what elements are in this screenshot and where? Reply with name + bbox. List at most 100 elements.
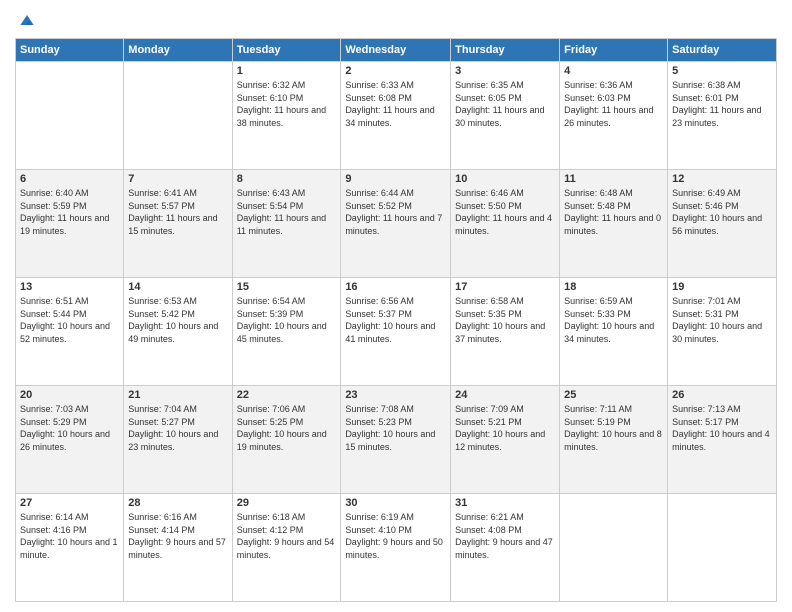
cell-content: Sunrise: 7:11 AM Sunset: 5:19 PM Dayligh… (564, 403, 663, 453)
calendar-cell: 12 Sunrise: 6:49 AM Sunset: 5:46 PM Dayli… (668, 170, 777, 278)
calendar-cell: 1 Sunrise: 6:32 AM Sunset: 6:10 PM Daylig… (232, 62, 341, 170)
calendar-cell (124, 62, 232, 170)
day-number: 25 (564, 389, 663, 401)
day-number: 24 (455, 389, 555, 401)
cell-content: Sunrise: 7:06 AM Sunset: 5:25 PM Dayligh… (237, 403, 337, 453)
cell-content: Sunrise: 6:56 AM Sunset: 5:37 PM Dayligh… (345, 295, 446, 345)
calendar-cell: 31Sunrise: 6:21 AM Sunset: 4:08 PM Dayli… (451, 494, 560, 602)
calendar-cell: 25 Sunrise: 7:11 AM Sunset: 5:19 PM Dayli… (560, 386, 668, 494)
day-number: 23 (345, 389, 446, 401)
day-header-sunday: Sunday (16, 39, 124, 62)
calendar-cell: 14Sunrise: 6:53 AM Sunset: 5:42 PM Dayli… (124, 278, 232, 386)
calendar-cell: 24Sunrise: 7:09 AM Sunset: 5:21 PM Dayli… (451, 386, 560, 494)
cell-content: Sunrise: 6:46 AM Sunset: 5:50 PM Dayligh… (455, 187, 555, 237)
cell-content: Sunrise: 6:43 AM Sunset: 5:54 PM Dayligh… (237, 187, 337, 237)
calendar-header-row: SundayMondayTuesdayWednesdayThursdayFrid… (16, 39, 777, 62)
cell-content: Sunrise: 7:08 AM Sunset: 5:23 PM Dayligh… (345, 403, 446, 453)
day-number: 7 (128, 173, 227, 185)
day-number: 8 (237, 173, 337, 185)
calendar-week-0: 1 Sunrise: 6:32 AM Sunset: 6:10 PM Daylig… (16, 62, 777, 170)
calendar-cell: 21 Sunrise: 7:04 AM Sunset: 5:27 PM Dayli… (124, 386, 232, 494)
day-number: 9 (345, 173, 446, 185)
day-number: 18 (564, 281, 663, 293)
day-number: 19 (672, 281, 772, 293)
day-number: 1 (237, 65, 337, 77)
cell-content: Sunrise: 6:44 AM Sunset: 5:52 PM Dayligh… (345, 187, 446, 237)
day-number: 5 (672, 65, 772, 77)
day-header-thursday: Thursday (451, 39, 560, 62)
calendar-cell: 5 Sunrise: 6:38 AM Sunset: 6:01 PM Daylig… (668, 62, 777, 170)
cell-content: Sunrise: 6:54 AM Sunset: 5:39 PM Dayligh… (237, 295, 337, 345)
calendar-cell: 7 Sunrise: 6:41 AM Sunset: 5:57 PM Daylig… (124, 170, 232, 278)
calendar-cell: 9 Sunrise: 6:44 AM Sunset: 5:52 PM Daylig… (341, 170, 451, 278)
calendar-cell: 6Sunrise: 6:40 AM Sunset: 5:59 PM Daylig… (16, 170, 124, 278)
cell-content: Sunrise: 7:13 AM Sunset: 5:17 PM Dayligh… (672, 403, 772, 453)
calendar-cell: 22Sunrise: 7:06 AM Sunset: 5:25 PM Dayli… (232, 386, 341, 494)
day-header-tuesday: Tuesday (232, 39, 341, 62)
logo-icon (17, 10, 37, 30)
calendar-cell: 10 Sunrise: 6:46 AM Sunset: 5:50 PM Dayli… (451, 170, 560, 278)
cell-content: Sunrise: 6:40 AM Sunset: 5:59 PM Dayligh… (20, 187, 119, 237)
day-number: 11 (564, 173, 663, 185)
day-number: 17 (455, 281, 555, 293)
calendar-cell: 20 Sunrise: 7:03 AM Sunset: 5:29 PM Dayli… (16, 386, 124, 494)
calendar-week-4: 27 Sunrise: 6:14 AM Sunset: 4:16 PM Dayli… (16, 494, 777, 602)
calendar-cell (668, 494, 777, 602)
cell-content: Sunrise: 6:59 AM Sunset: 5:33 PM Dayligh… (564, 295, 663, 345)
day-number: 14 (128, 281, 227, 293)
calendar-week-1: 6Sunrise: 6:40 AM Sunset: 5:59 PM Daylig… (16, 170, 777, 278)
day-number: 29 (237, 497, 337, 509)
day-number: 2 (345, 65, 446, 77)
cell-content: Sunrise: 6:18 AM Sunset: 4:12 PM Dayligh… (237, 511, 337, 561)
cell-content: Sunrise: 6:38 AM Sunset: 6:01 PM Dayligh… (672, 79, 772, 129)
day-header-monday: Monday (124, 39, 232, 62)
cell-content: Sunrise: 6:58 AM Sunset: 5:35 PM Dayligh… (455, 295, 555, 345)
calendar-cell: 17 Sunrise: 6:58 AM Sunset: 5:35 PM Dayli… (451, 278, 560, 386)
calendar-cell (560, 494, 668, 602)
page: SundayMondayTuesdayWednesdayThursdayFrid… (0, 0, 792, 612)
cell-content: Sunrise: 6:49 AM Sunset: 5:46 PM Dayligh… (672, 187, 772, 237)
cell-content: Sunrise: 6:21 AM Sunset: 4:08 PM Dayligh… (455, 511, 555, 561)
day-number: 27 (20, 497, 119, 509)
cell-content: Sunrise: 6:36 AM Sunset: 6:03 PM Dayligh… (564, 79, 663, 129)
cell-content: Sunrise: 6:19 AM Sunset: 4:10 PM Dayligh… (345, 511, 446, 561)
header (15, 10, 777, 30)
day-number: 16 (345, 281, 446, 293)
calendar-cell: 16 Sunrise: 6:56 AM Sunset: 5:37 PM Dayli… (341, 278, 451, 386)
day-number: 3 (455, 65, 555, 77)
cell-content: Sunrise: 6:48 AM Sunset: 5:48 PM Dayligh… (564, 187, 663, 237)
cell-content: Sunrise: 6:14 AM Sunset: 4:16 PM Dayligh… (20, 511, 119, 561)
cell-content: Sunrise: 6:16 AM Sunset: 4:14 PM Dayligh… (128, 511, 227, 561)
cell-content: Sunrise: 6:32 AM Sunset: 6:10 PM Dayligh… (237, 79, 337, 129)
day-number: 20 (20, 389, 119, 401)
day-number: 13 (20, 281, 119, 293)
calendar-cell (16, 62, 124, 170)
day-number: 28 (128, 497, 227, 509)
calendar-cell: 28 Sunrise: 6:16 AM Sunset: 4:14 PM Dayli… (124, 494, 232, 602)
day-number: 15 (237, 281, 337, 293)
cell-content: Sunrise: 6:33 AM Sunset: 6:08 PM Dayligh… (345, 79, 446, 129)
calendar-cell: 8 Sunrise: 6:43 AM Sunset: 5:54 PM Daylig… (232, 170, 341, 278)
calendar-cell: 26Sunrise: 7:13 AM Sunset: 5:17 PM Dayli… (668, 386, 777, 494)
day-number: 10 (455, 173, 555, 185)
calendar-cell: 11 Sunrise: 6:48 AM Sunset: 5:48 PM Dayli… (560, 170, 668, 278)
calendar-cell: 30Sunrise: 6:19 AM Sunset: 4:10 PM Dayli… (341, 494, 451, 602)
cell-content: Sunrise: 7:04 AM Sunset: 5:27 PM Dayligh… (128, 403, 227, 453)
calendar-cell: 29 Sunrise: 6:18 AM Sunset: 4:12 PM Dayli… (232, 494, 341, 602)
calendar-week-3: 20 Sunrise: 7:03 AM Sunset: 5:29 PM Dayli… (16, 386, 777, 494)
day-number: 12 (672, 173, 772, 185)
calendar-cell: 15 Sunrise: 6:54 AM Sunset: 5:39 PM Dayli… (232, 278, 341, 386)
cell-content: Sunrise: 7:03 AM Sunset: 5:29 PM Dayligh… (20, 403, 119, 453)
cell-content: Sunrise: 6:51 AM Sunset: 5:44 PM Dayligh… (20, 295, 119, 345)
day-header-saturday: Saturday (668, 39, 777, 62)
calendar-table: SundayMondayTuesdayWednesdayThursdayFrid… (15, 38, 777, 602)
day-header-wednesday: Wednesday (341, 39, 451, 62)
day-header-friday: Friday (560, 39, 668, 62)
cell-content: Sunrise: 6:41 AM Sunset: 5:57 PM Dayligh… (128, 187, 227, 237)
day-number: 4 (564, 65, 663, 77)
cell-content: Sunrise: 6:35 AM Sunset: 6:05 PM Dayligh… (455, 79, 555, 129)
calendar-cell: 18 Sunrise: 6:59 AM Sunset: 5:33 PM Dayli… (560, 278, 668, 386)
calendar-cell: 13 Sunrise: 6:51 AM Sunset: 5:44 PM Dayli… (16, 278, 124, 386)
day-number: 21 (128, 389, 227, 401)
logo (15, 10, 37, 30)
